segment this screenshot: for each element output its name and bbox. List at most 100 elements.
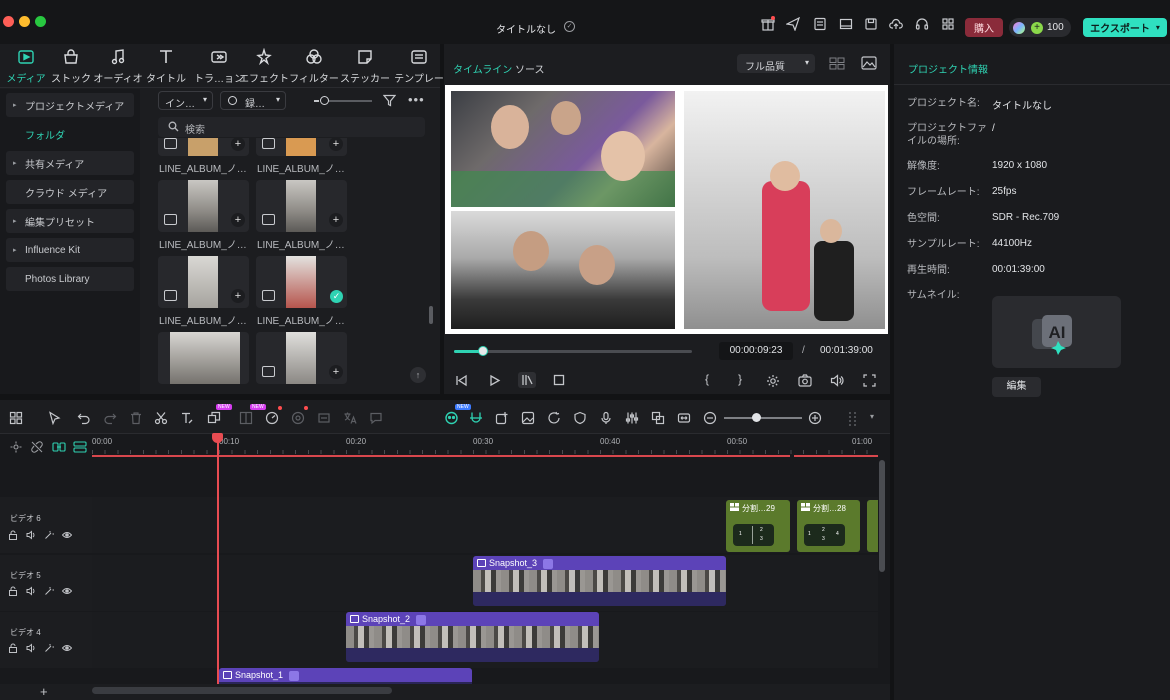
sidebar-item-project-media[interactable]: ▸ プロジェクトメディア — [6, 93, 134, 117]
zoom-out-icon[interactable] — [703, 411, 717, 425]
mark-in-icon[interactable]: { — [705, 372, 709, 386]
mute-icon[interactable] — [26, 586, 36, 596]
image-view-icon[interactable] — [861, 56, 877, 70]
mark-out-icon[interactable]: } — [738, 372, 742, 386]
fit-timeline-icon[interactable] — [677, 411, 691, 425]
split-screen-clip[interactable] — [867, 500, 878, 552]
sidebar-item-shared-media[interactable]: ▸ 共有メディア — [6, 151, 134, 175]
media-item[interactable]: + — [158, 180, 249, 232]
translate-icon[interactable] — [343, 411, 357, 425]
mute-icon[interactable] — [26, 643, 36, 653]
sidebar-item-influence-kit[interactable]: ▸ Influence Kit — [6, 238, 134, 262]
media-item[interactable]: + — [158, 256, 249, 308]
tab-effect[interactable]: エフェクト — [237, 48, 291, 85]
add-icon[interactable]: + — [329, 138, 343, 151]
media-item[interactable]: ✓ — [256, 256, 347, 308]
scroll-to-top-icon[interactable]: ↑ — [410, 367, 426, 383]
media-scrollbar[interactable] — [429, 306, 433, 324]
crop-icon[interactable] — [207, 411, 221, 425]
speed-icon[interactable] — [265, 411, 279, 425]
redo-icon[interactable] — [103, 411, 117, 425]
tab-title[interactable]: タイトル — [139, 48, 193, 85]
step-forward-icon[interactable] — [518, 372, 536, 388]
auto-sync-icon[interactable] — [547, 411, 561, 425]
timeline-zoom-slider[interactable] — [724, 417, 802, 419]
layout-icon[interactable] — [839, 17, 855, 33]
zoom-window-button[interactable] — [35, 16, 46, 27]
video-preview[interactable] — [445, 85, 888, 334]
scissors-icon[interactable] — [154, 411, 168, 425]
slider-thumb[interactable] — [320, 96, 329, 105]
media-item[interactable] — [158, 332, 249, 384]
audio-mixer-icon[interactable] — [625, 411, 639, 425]
apps-grid-icon[interactable] — [941, 17, 957, 33]
media-item[interactable]: + — [158, 138, 249, 156]
stop-icon[interactable] — [553, 374, 565, 386]
timeline-clip-snapshot-3[interactable]: Snapshot_3 — [473, 556, 726, 606]
playback-progress[interactable] — [454, 346, 692, 356]
auto-ripple-icon[interactable] — [73, 441, 87, 453]
fullscreen-icon[interactable] — [863, 374, 876, 387]
document-icon[interactable] — [813, 17, 829, 33]
add-track-icon[interactable]: + — [40, 684, 48, 699]
save-icon[interactable] — [864, 17, 880, 33]
image-insert-icon[interactable] — [521, 411, 535, 425]
gift-icon[interactable] — [761, 17, 777, 33]
cloud-upload-icon[interactable] — [889, 17, 905, 33]
play-icon[interactable] — [488, 374, 501, 387]
credits-badge[interactable]: + 100 — [1009, 18, 1071, 37]
zoom-in-icon[interactable] — [808, 411, 822, 425]
add-icon[interactable]: + — [329, 213, 343, 227]
snapshot-camera-icon[interactable] — [798, 374, 812, 387]
step-back-icon[interactable] — [455, 374, 468, 387]
filter-funnel-icon[interactable] — [383, 94, 396, 107]
close-window-button[interactable] — [3, 16, 14, 27]
lock-icon[interactable] — [8, 586, 18, 596]
search-input[interactable]: 検索 — [158, 117, 425, 137]
tab-source[interactable]: ソース — [515, 61, 545, 76]
replace-media-icon[interactable] — [651, 411, 665, 425]
split-screen-clip[interactable]: 分割…28 1234 — [797, 500, 860, 552]
sidebar-item-photos-library[interactable]: Photos Library — [6, 267, 134, 291]
color-icon[interactable] — [291, 411, 305, 425]
ai-assistant-icon[interactable] — [444, 411, 458, 425]
split-tool-icon[interactable] — [239, 411, 253, 425]
tab-timeline[interactable]: タイムライン — [453, 61, 512, 76]
tab-sticker[interactable]: ステッカー — [338, 48, 392, 85]
thumbnail-size-slider[interactable] — [314, 95, 372, 107]
add-icon[interactable]: + — [231, 138, 245, 151]
link-clips-icon[interactable] — [52, 441, 66, 453]
sidebar-item-edit-presets[interactable]: ▸ 編集プリセット — [6, 209, 134, 233]
media-item[interactable]: + — [256, 332, 347, 384]
tab-template[interactable]: テンプレー — [392, 48, 446, 85]
undo-icon[interactable] — [77, 411, 91, 425]
playhead[interactable] — [217, 433, 219, 700]
layout-grid-icon[interactable] — [9, 411, 23, 425]
snap-magnet-icon[interactable] — [469, 411, 483, 425]
text-tool-icon[interactable] — [180, 411, 194, 425]
add-icon[interactable]: + — [231, 213, 245, 227]
send-icon[interactable] — [786, 17, 802, 33]
lock-icon[interactable] — [8, 530, 18, 540]
tab-audio[interactable]: オーディオ — [91, 48, 145, 85]
eye-icon[interactable] — [62, 530, 72, 540]
headset-icon[interactable] — [915, 17, 931, 33]
magic-wand-icon[interactable] — [44, 586, 54, 596]
magic-wand-icon[interactable] — [44, 643, 54, 653]
add-icon[interactable]: + — [329, 365, 343, 379]
ai-chat-icon[interactable] — [369, 411, 383, 425]
eye-icon[interactable] — [62, 586, 72, 596]
edit-thumbnail-button[interactable]: 編集 — [992, 377, 1041, 397]
import-dropdown[interactable]: イン… ▾ — [158, 91, 213, 110]
more-options-icon[interactable]: ••• — [408, 92, 425, 107]
eye-icon[interactable] — [62, 643, 72, 653]
settings-gear-icon[interactable] — [766, 374, 780, 388]
media-item[interactable]: + — [256, 138, 347, 156]
shield-icon[interactable] — [573, 411, 587, 425]
record-dropdown[interactable]: 録… ▾ — [220, 91, 286, 110]
lock-icon[interactable] — [8, 643, 18, 653]
grip-icon[interactable] — [846, 411, 860, 426]
tab-filter[interactable]: フィルター — [287, 48, 341, 85]
chevron-down-icon[interactable]: ▾ — [870, 412, 874, 421]
track-settings-icon[interactable] — [10, 441, 22, 453]
